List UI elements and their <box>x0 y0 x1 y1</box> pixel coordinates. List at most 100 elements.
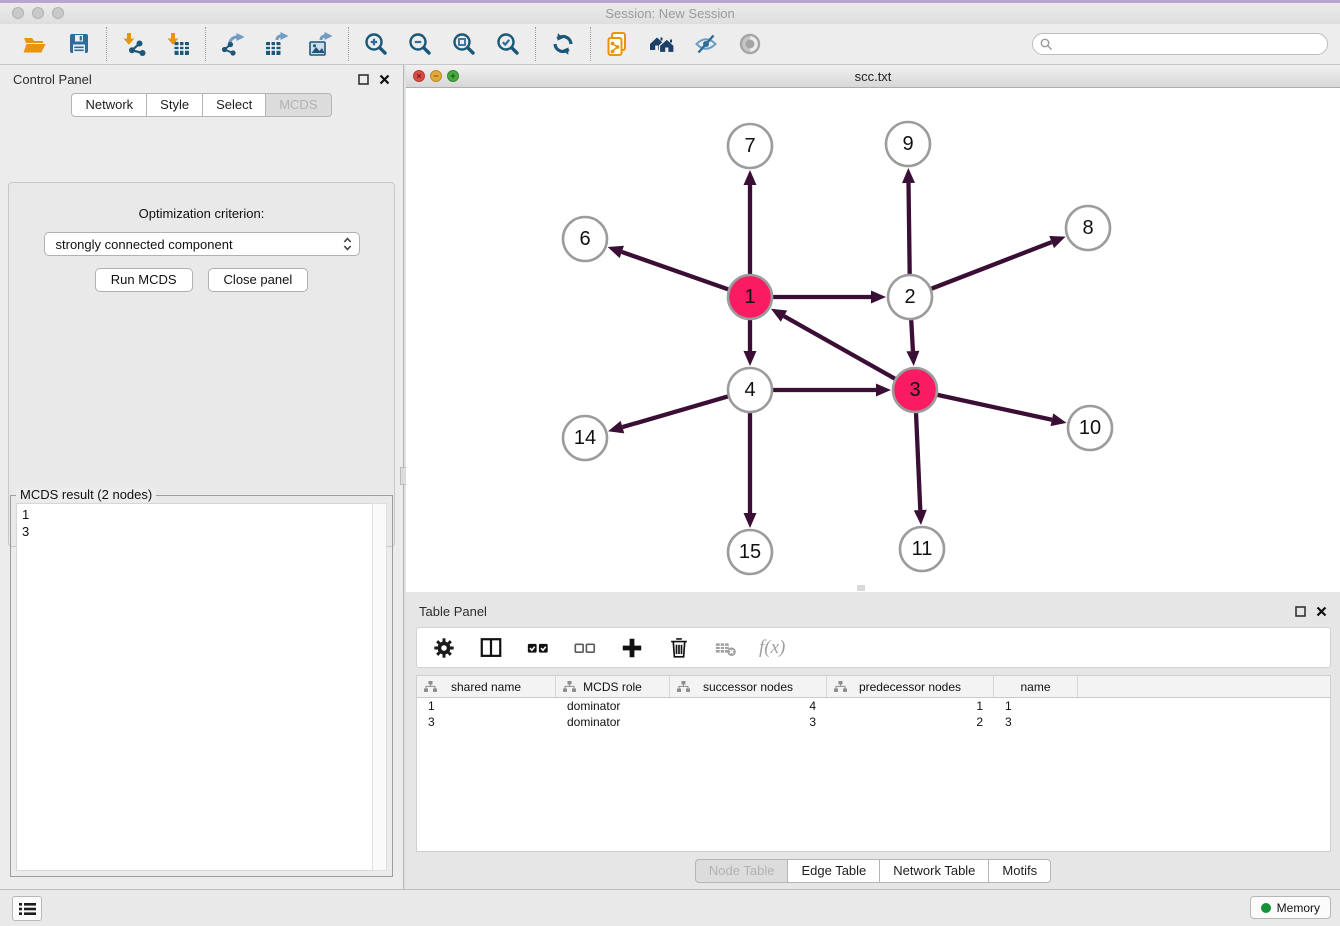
close-panel-button[interactable]: Close panel <box>208 268 309 292</box>
hide-panel-button[interactable] <box>692 30 720 58</box>
apply-function-button[interactable]: f(x) <box>759 637 785 659</box>
control-panel: Control Panel NetworkStyleSelectMCDS Opt… <box>0 65 403 890</box>
optimization-criterion-label: Optimization criterion: <box>9 206 394 221</box>
go-home-button[interactable] <box>648 30 676 58</box>
close-panel-icon[interactable] <box>1316 606 1327 617</box>
refresh-icon <box>550 31 576 57</box>
memory-button[interactable]: Memory <box>1250 896 1331 919</box>
tab-style[interactable]: Style <box>146 93 202 117</box>
column-header-successor-nodes[interactable]: successor nodes <box>670 676 827 697</box>
table-row[interactable]: 3dominator323 <box>417 714 1330 730</box>
home-icon <box>648 31 676 57</box>
open-file-button[interactable] <box>21 30 49 58</box>
zoom-fit-icon <box>451 31 477 57</box>
network-window-title: scc.txt <box>406 69 1340 84</box>
table-cell[interactable]: dominator <box>556 714 670 730</box>
tab-select[interactable]: Select <box>202 93 265 117</box>
table-cell[interactable]: 1 <box>827 698 994 714</box>
deselect-all-columns-button[interactable] <box>571 634 599 662</box>
tab-network-table[interactable]: Network Table <box>879 859 988 883</box>
zoom-selected-button[interactable] <box>494 30 522 58</box>
tab-motifs[interactable]: Motifs <box>988 859 1051 883</box>
column-header-label: shared name <box>451 680 521 694</box>
zoom-out-button[interactable] <box>406 30 434 58</box>
graph-edge-2-3[interactable] <box>911 320 913 351</box>
mcds-result-text[interactable]: 1 3 <box>16 503 374 871</box>
column-type-icon <box>834 681 847 693</box>
column-header-predecessor-nodes[interactable]: predecessor nodes <box>827 676 994 697</box>
export-table-button[interactable] <box>263 30 291 58</box>
table-cell[interactable]: 3 <box>670 714 827 730</box>
split-panel-button[interactable] <box>477 634 505 662</box>
graph-node-label: 14 <box>574 427 596 449</box>
float-panel-icon[interactable] <box>358 74 369 85</box>
run-mcds-button[interactable]: Run MCDS <box>95 268 193 292</box>
gear-icon <box>432 636 456 660</box>
import-table-button[interactable] <box>164 30 192 58</box>
export-table-icon <box>264 31 290 57</box>
float-panel-icon[interactable] <box>1295 606 1306 617</box>
tab-mcds[interactable]: MCDS <box>265 93 331 117</box>
table-cell[interactable]: 1 <box>417 698 556 714</box>
copy-network-button[interactable] <box>604 30 632 58</box>
graph-arrowhead <box>1049 236 1065 248</box>
table-cell[interactable]: 2 <box>827 714 994 730</box>
network-graph[interactable]: 7968124314101511 <box>406 88 1340 592</box>
column-header-name[interactable]: name <box>994 676 1078 697</box>
table-panel: Table Panel <box>406 597 1340 890</box>
open-folder-icon <box>22 31 48 57</box>
graph-edge-3-1[interactable] <box>784 316 895 379</box>
memory-status-icon <box>1261 903 1271 913</box>
graph-arrowhead <box>744 351 757 366</box>
table-cell[interactable]: 3 <box>417 714 556 730</box>
graph-edge-3-10[interactable] <box>937 395 1051 420</box>
table-cell[interactable]: dominator <box>556 698 670 714</box>
network-canvas[interactable]: 7968124314101511 <box>406 88 1340 592</box>
node-table: shared name MCDS rolesuccessor nodesprede… <box>416 675 1331 852</box>
graph-node-label: 11 <box>912 538 933 560</box>
tab-node-table[interactable]: Node Table <box>695 859 788 883</box>
table-cell[interactable]: 4 <box>670 698 827 714</box>
tab-network[interactable]: Network <box>71 93 146 117</box>
delete-table-button[interactable] <box>712 634 740 662</box>
optimization-criterion-select[interactable]: strongly connected component <box>44 232 360 256</box>
add-column-button[interactable] <box>618 634 646 662</box>
import-table-icon <box>165 31 191 57</box>
eye-icon <box>737 31 763 57</box>
table-cell[interactable]: 3 <box>994 714 1078 730</box>
tab-edge-table[interactable]: Edge Table <box>787 859 879 883</box>
graph-edge-1-6[interactable] <box>622 252 729 289</box>
graph-edge-2-8[interactable] <box>931 242 1051 289</box>
column-header-shared-name[interactable]: shared name <box>417 676 556 697</box>
unchecked-boxes-icon <box>573 636 597 660</box>
graph-edge-4-14[interactable] <box>622 396 727 427</box>
column-type-icon <box>424 681 437 693</box>
graph-edge-2-9[interactable] <box>909 183 910 274</box>
select-all-columns-button[interactable] <box>524 634 552 662</box>
zoom-in-icon <box>363 31 389 57</box>
table-cell[interactable]: 1 <box>994 698 1078 714</box>
result-scrollbar[interactable] <box>372 503 387 871</box>
save-session-button[interactable] <box>65 30 93 58</box>
refresh-layout-button[interactable] <box>549 30 577 58</box>
import-network-button[interactable] <box>120 30 148 58</box>
graph-arrowhead <box>608 246 624 258</box>
network-window-titlebar[interactable]: scc.txt × − + <box>406 65 1340 88</box>
zoom-fit-button[interactable] <box>450 30 478 58</box>
delete-column-button[interactable] <box>665 634 693 662</box>
task-history-button[interactable] <box>12 896 42 921</box>
eye-slash-icon <box>693 31 719 57</box>
column-header-MCDS-role[interactable]: MCDS role <box>556 676 670 697</box>
search-input[interactable] <box>1032 33 1328 55</box>
export-image-button[interactable] <box>307 30 335 58</box>
show-panel-button[interactable] <box>736 30 764 58</box>
graph-arrowhead <box>608 421 624 433</box>
table-toolbar: f(x) <box>416 627 1331 668</box>
zoom-in-button[interactable] <box>362 30 390 58</box>
export-network-button[interactable] <box>219 30 247 58</box>
close-panel-icon[interactable] <box>379 74 390 85</box>
graph-edge-3-11[interactable] <box>916 413 920 510</box>
table-header-row: shared name MCDS rolesuccessor nodesprede… <box>417 676 1330 698</box>
column-settings-button[interactable] <box>430 634 458 662</box>
table-row[interactable]: 1dominator411 <box>417 698 1330 714</box>
